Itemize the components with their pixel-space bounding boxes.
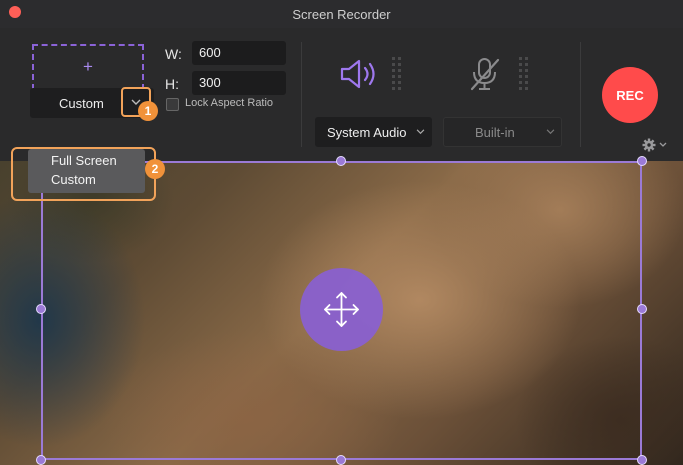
divider bbox=[580, 42, 581, 147]
width-label: W: bbox=[165, 46, 182, 62]
resize-handle-bottom-left[interactable] bbox=[36, 455, 46, 465]
system-audio-level-meter bbox=[392, 57, 404, 93]
record-button[interactable]: REC bbox=[602, 67, 658, 123]
resize-handle-left[interactable] bbox=[36, 304, 46, 314]
microphone-level-meter bbox=[519, 57, 531, 93]
lock-aspect-label: Lock Aspect Ratio bbox=[185, 97, 274, 109]
resize-handle-top[interactable] bbox=[336, 156, 346, 166]
capture-area-preview[interactable]: + bbox=[32, 44, 144, 90]
chevron-down-icon bbox=[416, 129, 425, 135]
move-arrows-icon bbox=[324, 292, 359, 327]
microphone-muted-icon[interactable] bbox=[468, 56, 502, 92]
width-input[interactable]: 600 bbox=[192, 41, 286, 65]
resize-handle-right[interactable] bbox=[637, 304, 647, 314]
step-badge-1: 1 bbox=[138, 101, 158, 121]
divider bbox=[301, 42, 302, 147]
size-preset-menu: Full Screen Custom bbox=[28, 149, 145, 193]
add-area-icon: + bbox=[83, 57, 93, 76]
system-audio-value: System Audio bbox=[327, 125, 407, 140]
menu-item-full-screen[interactable]: Full Screen bbox=[51, 153, 117, 168]
gear-icon[interactable] bbox=[642, 138, 670, 152]
height-label: H: bbox=[165, 76, 179, 92]
speaker-icon[interactable] bbox=[340, 58, 378, 90]
menu-item-custom[interactable]: Custom bbox=[51, 172, 96, 187]
microphone-select[interactable]: Built-in bbox=[443, 117, 562, 147]
system-audio-select[interactable]: System Audio bbox=[315, 117, 432, 147]
chevron-down-icon bbox=[546, 129, 555, 135]
step-badge-2: 2 bbox=[145, 159, 165, 179]
window-title: Screen Recorder bbox=[292, 7, 391, 22]
microphone-value: Built-in bbox=[475, 125, 515, 140]
move-area-button[interactable] bbox=[300, 268, 383, 351]
title-bar: Screen Recorder bbox=[0, 0, 683, 29]
recorder-panel: + W: 600 H: 300 Custom Lock Aspect Ratio… bbox=[0, 28, 683, 161]
resize-handle-bottom-right[interactable] bbox=[637, 455, 647, 465]
resize-handle-bottom[interactable] bbox=[336, 455, 346, 465]
resize-handle-top-right[interactable] bbox=[637, 156, 647, 166]
size-preset-value: Custom bbox=[59, 96, 104, 111]
height-input[interactable]: 300 bbox=[192, 71, 286, 95]
lock-aspect-checkbox[interactable] bbox=[166, 98, 179, 111]
